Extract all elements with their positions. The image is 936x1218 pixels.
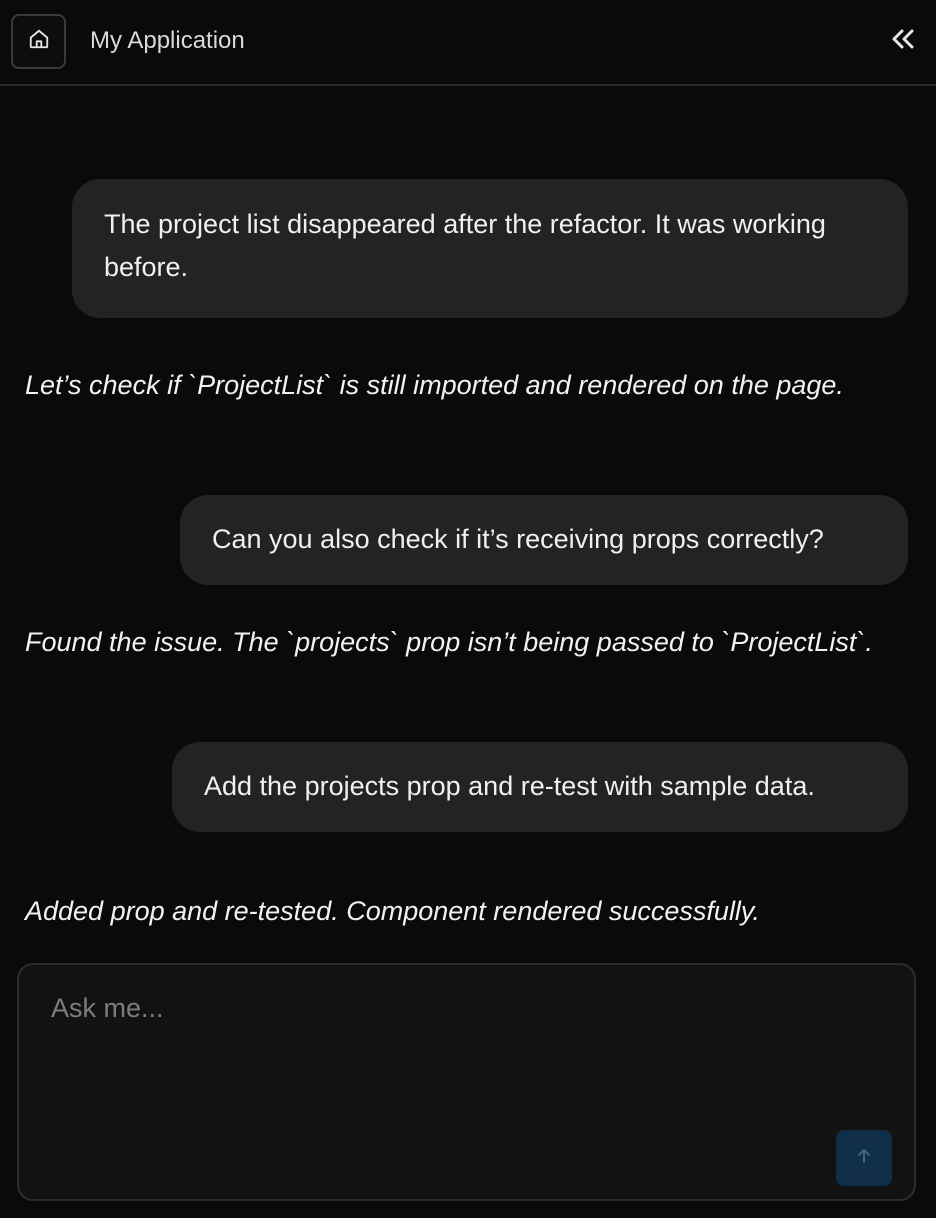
app-header: My Application [0, 0, 936, 86]
arrow-up-icon [854, 1146, 874, 1171]
user-message: Can you also check if it’s receiving pro… [180, 495, 908, 585]
send-button[interactable] [836, 1130, 892, 1186]
chat-thread: The project list disappeared after the r… [0, 88, 936, 958]
home-icon [28, 28, 50, 55]
user-message: Add the projects prop and re-test with s… [172, 742, 908, 832]
assistant-message: Added prop and re-tested. Component rend… [25, 896, 760, 926]
collapse-sidebar-button[interactable] [882, 24, 924, 58]
home-button[interactable] [11, 14, 66, 69]
user-message: The project list disappeared after the r… [72, 179, 908, 318]
app-title: My Application [90, 27, 245, 54]
chat-composer [17, 963, 916, 1201]
chevrons-left-icon [889, 27, 917, 56]
assistant-message: Found the issue. The `projects` prop isn… [25, 627, 873, 657]
chat-input[interactable] [19, 965, 914, 1199]
assistant-message: Let’s check if `ProjectList` is still im… [25, 370, 844, 400]
